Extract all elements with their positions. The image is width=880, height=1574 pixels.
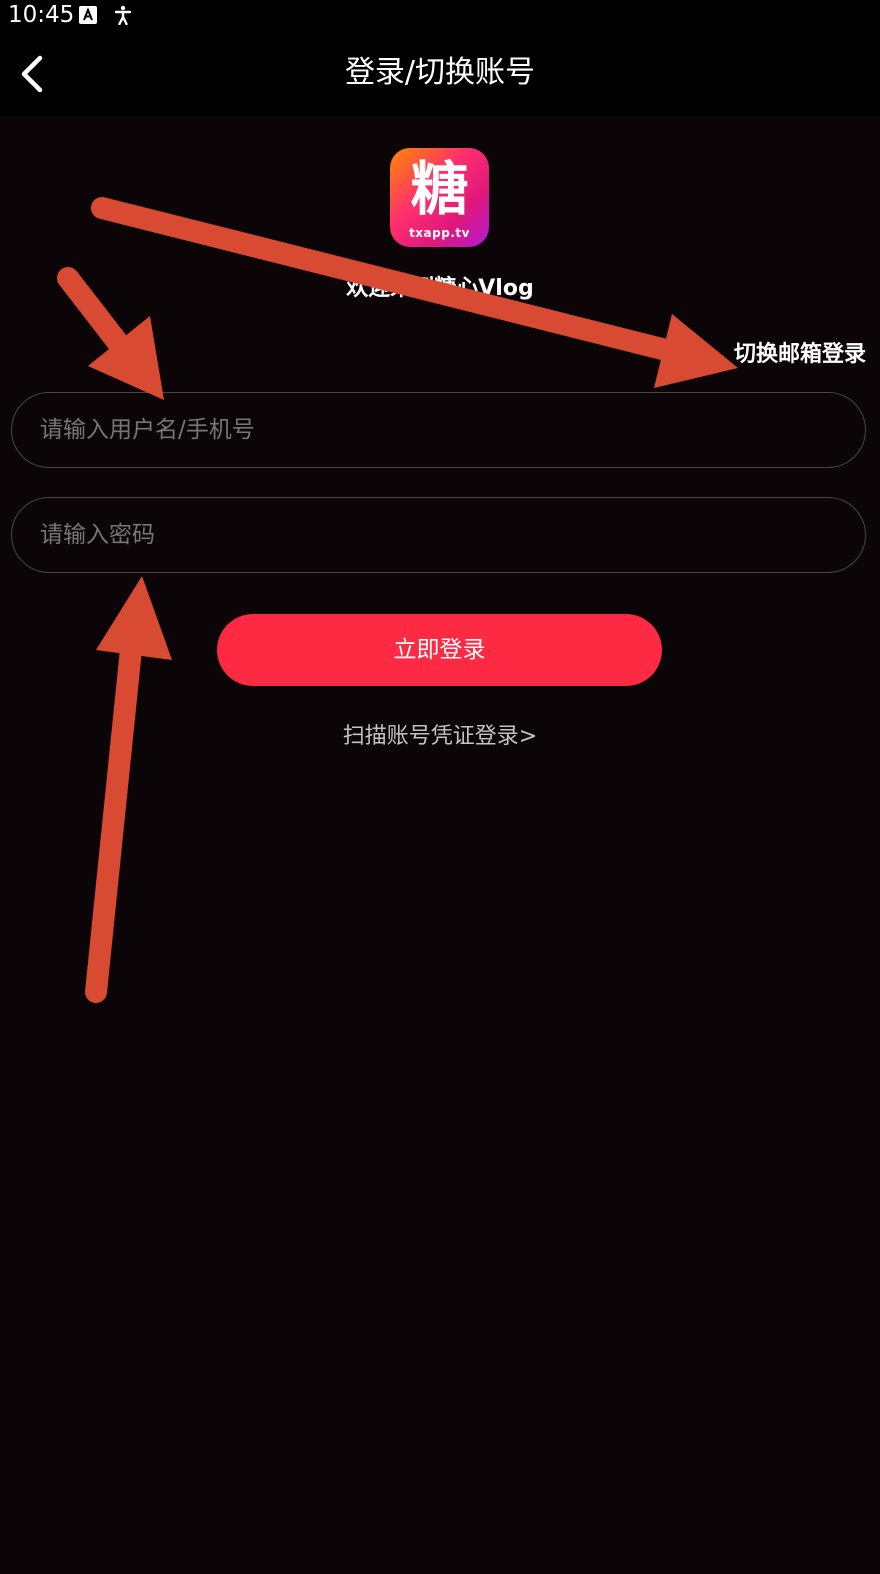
logo-subtext: txapp.tv <box>409 226 470 240</box>
login-button[interactable]: 立即登录 <box>217 614 662 686</box>
username-input[interactable] <box>11 392 866 468</box>
page-title: 登录/切换账号 <box>344 55 536 90</box>
status-bar: 10:45 <box>0 0 880 30</box>
password-input[interactable] <box>11 497 866 573</box>
annotation-arrow-to-password <box>85 576 172 1003</box>
switch-email-login-link[interactable]: 切换邮箱登录 <box>734 338 866 372</box>
status-time: 10:45 <box>8 2 75 28</box>
header: 登录/切换账号 <box>0 30 880 116</box>
welcome-text: 欢迎来到糖心Vlog <box>346 276 534 301</box>
scan-credential-login-link[interactable]: 扫描账号凭证登录> <box>0 720 880 754</box>
logo-glyph: 糖 <box>410 155 469 223</box>
app-logo: 糖 txapp.tv <box>390 148 489 247</box>
accessibility-icon <box>114 5 132 25</box>
a-icon <box>79 6 97 24</box>
